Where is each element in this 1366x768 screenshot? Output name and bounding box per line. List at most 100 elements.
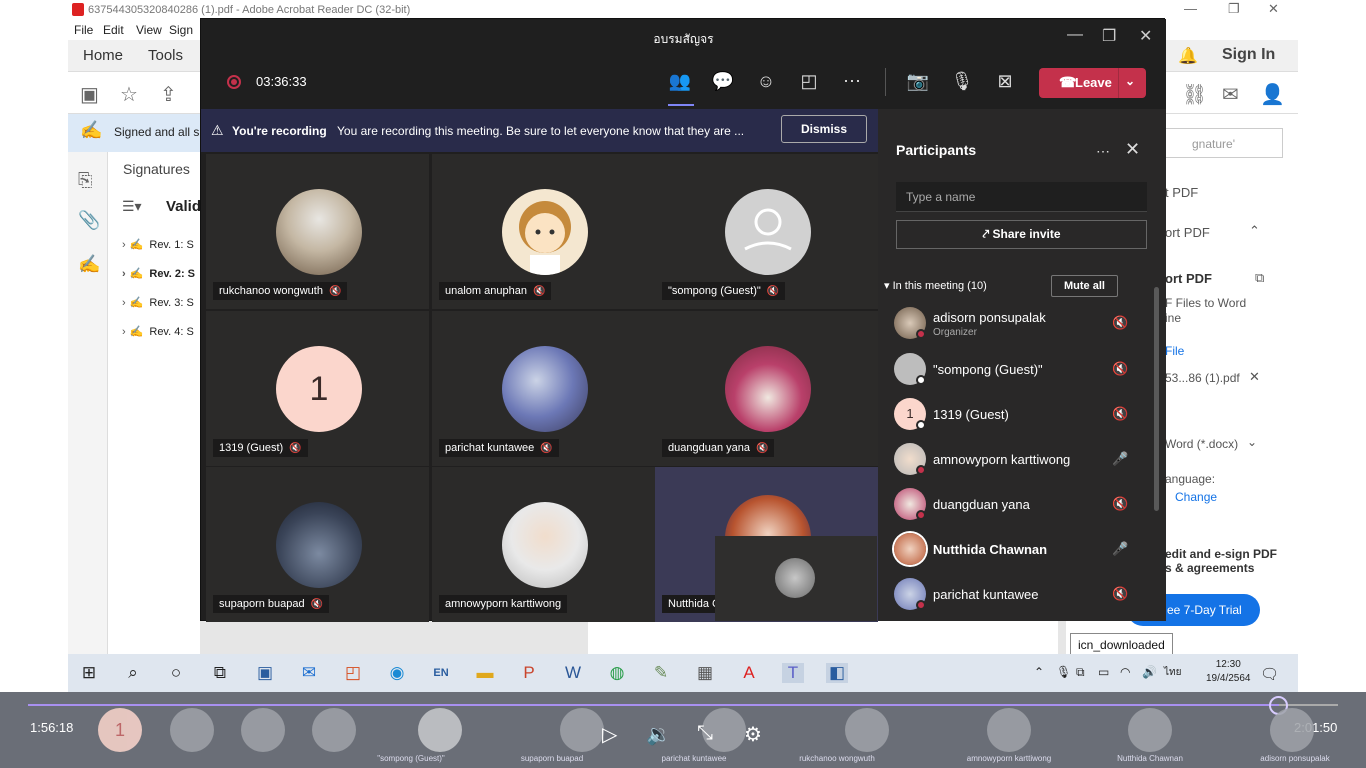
video-tile[interactable]: amnowyporn karttiwong <box>432 467 655 622</box>
volume-control-icon[interactable]: 🔉 <box>646 722 671 747</box>
video-tile[interactable]: rukchanoo wongwuth 🔇 <box>206 154 429 309</box>
chevron-down-icon[interactable]: ⌄ <box>1247 435 1257 449</box>
revision-item[interactable]: › ✍ Rev. 1: S <box>122 238 194 251</box>
sign-in-link[interactable]: Sign In <box>1222 46 1275 64</box>
acrobat-close-icon[interactable]: ✕ <box>1268 1 1279 17</box>
play-icon[interactable]: ▷ <box>602 722 617 747</box>
tray-app-icon[interactable]: ⧉ <box>1076 665 1085 680</box>
revision-item[interactable]: › ✍ Rev. 3: S <box>122 296 194 309</box>
attachment-icon[interactable]: 📎 <box>78 210 100 231</box>
menu-edit[interactable]: Edit <box>103 23 124 37</box>
link-icon[interactable]: ⛓ <box>1182 82 1207 107</box>
export-item[interactable]: t PDF <box>1165 185 1198 200</box>
validate-all-button[interactable]: Valid <box>166 198 201 215</box>
settings-gear-icon[interactable]: ⚙ <box>744 722 762 747</box>
remove-file-icon[interactable]: ✕ <box>1249 369 1260 385</box>
timeline-thumbnail[interactable]: 1 <box>98 708 142 752</box>
powerpoint-icon[interactable]: P <box>518 663 540 683</box>
participant-row[interactable]: Nutthida Chawnan 🎤 <box>894 533 1154 573</box>
word-icon[interactable]: W <box>562 663 584 683</box>
in-meeting-header[interactable]: ▾ In this meeting (10) <box>884 279 987 292</box>
video-tile[interactable]: parichat kuntawee 🔇 <box>432 311 655 466</box>
wifi-icon[interactable]: ◠ <box>1120 665 1130 679</box>
acrobat-minimize-icon[interactable]: — <box>1184 1 1197 16</box>
signature-panel-icon[interactable]: ✍ <box>78 254 100 275</box>
timeline-thumbnail[interactable] <box>845 708 889 752</box>
participant-row[interactable]: "sompong (Guest)" 🔇 <box>894 353 1154 393</box>
explorer-icon[interactable]: ▬ <box>474 663 496 683</box>
calculator-icon[interactable]: ▦ <box>694 663 716 683</box>
change-language-link[interactable]: Change <box>1175 490 1217 504</box>
paint-icon[interactable]: ✎ <box>650 663 672 683</box>
search-icon[interactable]: ⌕ <box>122 663 144 683</box>
stop-share-icon[interactable]: ⊠ <box>993 71 1017 92</box>
format-select[interactable]: Word (*.docx) <box>1165 437 1238 451</box>
menu-file[interactable]: File <box>74 23 93 37</box>
share-invite-button[interactable]: ⤤ Share invite <box>896 220 1147 249</box>
participant-row[interactable]: parichat kuntawee 🔇 <box>894 578 1154 618</box>
mute-all-button[interactable]: Mute all <box>1051 275 1118 297</box>
star-icon[interactable]: ☆ <box>120 82 138 107</box>
more-options-icon[interactable]: ⋯ <box>1096 143 1110 160</box>
timeline-thumbnail[interactable] <box>418 708 462 752</box>
task-view-icon[interactable]: ⧉ <box>209 663 231 683</box>
mic-off-icon[interactable]: 🎙 <box>950 71 974 92</box>
close-icon[interactable]: ✕ <box>1125 139 1140 160</box>
mail-icon[interactable]: ✉ <box>1222 82 1239 107</box>
chevron-down-icon[interactable]: ⌄ <box>1125 74 1135 88</box>
timeline-thumbnail[interactable] <box>987 708 1031 752</box>
chevron-up-icon[interactable]: ⌃ <box>1249 223 1260 239</box>
timeline-thumbnail[interactable] <box>560 708 604 752</box>
tray-chevron-icon[interactable]: ⌃ <box>1034 665 1044 679</box>
revision-item[interactable]: › ✍ Rev. 2: S <box>122 267 195 280</box>
participants-scrollbar[interactable] <box>1154 287 1159 511</box>
copy-icon[interactable]: ⧉ <box>1255 270 1264 286</box>
menu-sign[interactable]: Sign <box>169 23 193 37</box>
video-tile[interactable]: duangduan yana 🔇 <box>655 311 878 466</box>
add-user-icon[interactable]: 👤 <box>1260 82 1285 107</box>
tab-home[interactable]: Home <box>83 47 123 64</box>
bell-icon[interactable]: 🔔 <box>1178 46 1198 66</box>
timeline-thumbnail[interactable] <box>170 708 214 752</box>
video-tile[interactable]: 1 1319 (Guest) 🔇 <box>206 311 429 466</box>
timeline-thumbnail[interactable] <box>1128 708 1172 752</box>
clock[interactable]: 12:30 19/4/2564 <box>1206 658 1251 686</box>
participant-row[interactable]: amnowyporn karttiwong 🎤 <box>894 443 1154 483</box>
notification-icon[interactable]: 🗨 <box>1260 665 1279 683</box>
participant-row[interactable]: duangduan yana 🔇 <box>894 488 1154 528</box>
participant-search-input[interactable]: Type a name <box>896 182 1147 212</box>
teams-maximize-icon[interactable]: ❐ <box>1102 26 1116 46</box>
participants-icon[interactable]: 👥 <box>668 71 692 92</box>
tools-search-input[interactable]: gnature' <box>1165 128 1283 158</box>
more-actions-icon[interactable]: ⋯ <box>840 71 864 92</box>
office-icon[interactable]: ◰ <box>342 663 364 683</box>
cortana-icon[interactable]: ○ <box>165 663 187 683</box>
start-icon[interactable]: ⊞ <box>78 663 100 683</box>
camera-off-icon[interactable]: 📷 <box>906 71 930 92</box>
upload-icon[interactable]: ⇪ <box>160 82 177 107</box>
save-icon[interactable]: ▣ <box>80 82 99 107</box>
participant-row[interactable]: adisorn ponsupalak Organizer 🔇 <box>894 307 1154 347</box>
pages-icon[interactable]: ⎘ <box>78 170 92 191</box>
video-tile[interactable]: unalom anuphan 🔇 <box>432 154 655 309</box>
leave-button[interactable]: ☎ Leave ⌄ <box>1039 68 1146 98</box>
progress-bar-played[interactable] <box>28 704 1280 706</box>
tab-tools[interactable]: Tools <box>148 47 183 64</box>
mail-app-icon[interactable]: ✉ <box>298 663 320 683</box>
timeline-thumbnail[interactable] <box>1270 708 1314 752</box>
video-tile[interactable]: supaporn buapad 🔇 <box>206 467 429 622</box>
volume-icon[interactable]: 🔊 <box>1142 665 1157 679</box>
acrobat-restore-icon[interactable]: ❐ <box>1228 1 1240 17</box>
timeline-thumbnail[interactable] <box>241 708 285 752</box>
export-section[interactable]: ort PDF <box>1165 225 1210 240</box>
input-language[interactable]: ไทย <box>1164 665 1181 680</box>
chrome-icon[interactable]: ◍ <box>606 663 628 683</box>
teams-minimize-icon[interactable]: — <box>1067 26 1083 44</box>
dismiss-button[interactable]: Dismiss <box>781 115 867 143</box>
timeline-thumbnail[interactable] <box>312 708 356 752</box>
rooms-icon[interactable]: ◰ <box>797 71 821 92</box>
exit-fullscreen-icon[interactable]: ⤡ <box>697 722 713 745</box>
remote-taskbar-icon[interactable]: ◧ <box>826 663 848 683</box>
self-view-tile[interactable] <box>715 536 877 621</box>
chat-icon[interactable]: 💬 <box>711 71 735 92</box>
